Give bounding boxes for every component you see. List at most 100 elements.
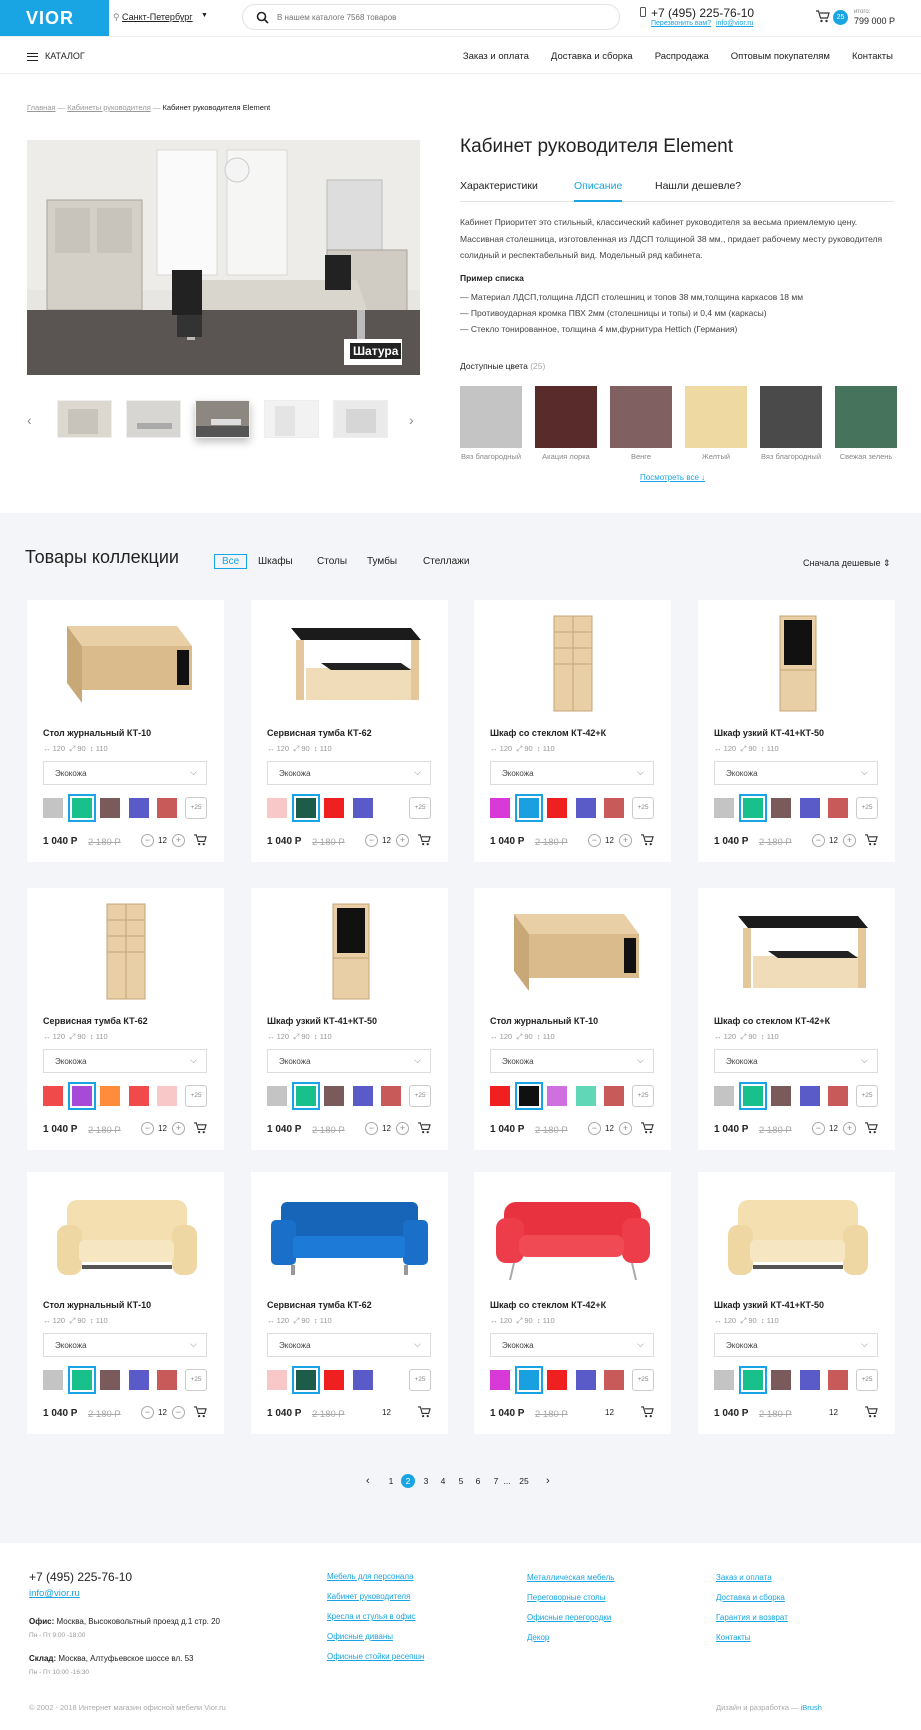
- color-swatch[interactable]: [535, 386, 597, 448]
- color-option[interactable]: [100, 1086, 120, 1106]
- add-to-cart-icon[interactable]: [641, 1406, 654, 1418]
- tab-characteristics[interactable]: Характеристики: [460, 180, 538, 202]
- add-to-cart-icon[interactable]: [865, 1122, 878, 1134]
- qty-plus-button[interactable]: +: [172, 834, 185, 847]
- product-card[interactable]: Шкаф со стеклом КТ-42+К ↔ 120 ⤢ 90 ↕ 110 Э…: [474, 600, 671, 862]
- color-option[interactable]: [100, 798, 120, 818]
- footer-link[interactable]: Гарантия и возврат: [716, 1608, 788, 1628]
- more-colors-button[interactable]: +25: [856, 797, 878, 819]
- more-colors-button[interactable]: +25: [409, 1369, 431, 1391]
- product-card[interactable]: Шкаф узкий КТ-41+КТ-50 ↔ 120 ⤢ 90 ↕ 110 Эк…: [251, 888, 448, 1150]
- product-card[interactable]: Стол журнальный КТ-10 ↔ 120 ⤢ 90 ↕ 110 Эко…: [27, 600, 224, 862]
- material-select[interactable]: Экокожа ⌵: [267, 1333, 431, 1357]
- product-image[interactable]: [698, 608, 895, 718]
- footer-link[interactable]: Контакты: [716, 1628, 788, 1648]
- color-option[interactable]: [799, 1370, 820, 1390]
- add-to-cart-icon[interactable]: [641, 1122, 654, 1134]
- filter-all[interactable]: Все: [214, 554, 248, 569]
- material-select[interactable]: Экокожа ⌵: [490, 1049, 654, 1073]
- more-colors-button[interactable]: +25: [632, 797, 654, 819]
- product-image[interactable]: [27, 1180, 224, 1290]
- footer-link[interactable]: Кресла и стулья в офис: [327, 1607, 424, 1627]
- color-option[interactable]: [490, 1370, 510, 1390]
- color-option[interactable]: [157, 798, 177, 818]
- color-option[interactable]: [714, 798, 734, 818]
- material-select[interactable]: Экокожа ⌵: [714, 1049, 878, 1073]
- qty-value[interactable]: 12: [158, 1124, 167, 1133]
- product-card[interactable]: Шкаф узкий КТ-41+КТ-50 ↔ 120 ⤢ 90 ↕ 110 Эк…: [698, 600, 895, 862]
- product-card[interactable]: Стол журнальный КТ-10 ↔ 120 ⤢ 90 ↕ 110 Эко…: [474, 888, 671, 1150]
- qty-plus-button[interactable]: +: [843, 834, 856, 847]
- color-option[interactable]: [771, 798, 791, 818]
- color-option[interactable]: [67, 1082, 96, 1110]
- material-select[interactable]: Экокожа ⌵: [43, 761, 207, 785]
- product-name[interactable]: Сервисная тумба КТ-62: [267, 728, 372, 738]
- qty-plus-button[interactable]: +: [172, 1122, 185, 1135]
- color-option[interactable]: [291, 794, 320, 822]
- footer-link[interactable]: Переговорные столы: [527, 1588, 614, 1608]
- footer-link[interactable]: Мебель для персонала: [327, 1567, 424, 1587]
- filter-shelves[interactable]: Стеллажи: [423, 556, 469, 567]
- color-option[interactable]: [43, 1086, 63, 1106]
- page-link[interactable]: 4: [436, 1474, 450, 1488]
- material-select[interactable]: Экокожа ⌵: [267, 761, 431, 785]
- color-option[interactable]: [43, 1370, 63, 1390]
- color-option[interactable]: [352, 1370, 373, 1390]
- color-option[interactable]: [714, 1086, 734, 1106]
- color-option[interactable]: [738, 1366, 767, 1394]
- qty-value[interactable]: 12: [605, 1408, 614, 1417]
- qty-value[interactable]: 12: [829, 836, 838, 845]
- view-all-colors-link[interactable]: Посмотреть все ↓: [640, 473, 705, 482]
- add-to-cart-icon[interactable]: [418, 1122, 431, 1134]
- footer-link[interactable]: Доставка и сборка: [716, 1588, 788, 1608]
- qty-value[interactable]: 12: [605, 1124, 614, 1133]
- footer-link[interactable]: Кабинет руководителя: [327, 1587, 424, 1607]
- header-phone[interactable]: +7 (495) 225-76-10: [651, 6, 754, 20]
- more-colors-button[interactable]: +25: [185, 1085, 207, 1107]
- material-select[interactable]: Экокожа ⌵: [714, 761, 878, 785]
- more-colors-button[interactable]: +25: [632, 1085, 654, 1107]
- color-option[interactable]: [67, 794, 96, 822]
- thumbnail[interactable]: [126, 400, 181, 438]
- material-select[interactable]: Экокожа ⌵: [490, 1333, 654, 1357]
- footer-link[interactable]: Декор: [527, 1628, 614, 1648]
- footer-phone[interactable]: +7 (495) 225-76-10: [29, 1570, 132, 1584]
- page-link[interactable]: 25: [517, 1474, 531, 1488]
- product-image[interactable]: [698, 896, 895, 1006]
- nav-item-sale[interactable]: Распродажа: [655, 51, 709, 62]
- nav-item-order[interactable]: Заказ и оплата: [463, 51, 529, 62]
- color-option[interactable]: [828, 1370, 848, 1390]
- color-option[interactable]: [799, 798, 820, 818]
- callback-link[interactable]: Перезвонить вам?: [651, 20, 711, 27]
- more-colors-button[interactable]: +25: [185, 797, 207, 819]
- more-colors-button[interactable]: +25: [409, 797, 431, 819]
- product-card[interactable]: Шкаф со стеклом КТ-42+К ↔ 120 ⤢ 90 ↕ 110 Э…: [698, 888, 895, 1150]
- color-option[interactable]: [267, 1086, 287, 1106]
- footer-link[interactable]: Офисные перегородки: [527, 1608, 614, 1628]
- nav-item-delivery[interactable]: Доставка и сборка: [551, 51, 633, 62]
- color-swatch[interactable]: [760, 386, 822, 448]
- footer-link[interactable]: Офисные диваны: [327, 1627, 424, 1647]
- product-image[interactable]: [251, 1180, 448, 1290]
- color-option[interactable]: [490, 1086, 510, 1106]
- qty-value[interactable]: 12: [382, 1408, 391, 1417]
- city-selector[interactable]: Санкт-Петербург: [122, 12, 193, 22]
- product-name[interactable]: Сервисная тумба КТ-62: [43, 1016, 148, 1026]
- color-swatch[interactable]: [685, 386, 747, 448]
- qty-minus-button[interactable]: −: [141, 1122, 154, 1135]
- more-colors-button[interactable]: +25: [856, 1085, 878, 1107]
- product-card[interactable]: Сервисная тумба КТ-62 ↔ 120 ⤢ 90 ↕ 110 Эко…: [27, 888, 224, 1150]
- material-select[interactable]: Экокожа ⌵: [267, 1049, 431, 1073]
- product-name[interactable]: Шкаф узкий КТ-41+КТ-50: [714, 1300, 824, 1310]
- more-colors-button[interactable]: +25: [409, 1085, 431, 1107]
- product-image[interactable]: [251, 608, 448, 718]
- product-name[interactable]: Шкаф узкий КТ-41+КТ-50: [714, 728, 824, 738]
- qty-plus-button[interactable]: +: [396, 834, 409, 847]
- product-image[interactable]: [251, 896, 448, 1006]
- thumbnail[interactable]: [333, 400, 388, 438]
- product-card[interactable]: Сервисная тумба КТ-62 ↔ 120 ⤢ 90 ↕ 110 Эко…: [251, 1172, 448, 1434]
- add-to-cart-icon[interactable]: [194, 1406, 207, 1418]
- add-to-cart-icon[interactable]: [418, 834, 431, 846]
- more-colors-button[interactable]: +25: [856, 1369, 878, 1391]
- sort-select[interactable]: Сначала дешевые ⇕: [803, 558, 891, 569]
